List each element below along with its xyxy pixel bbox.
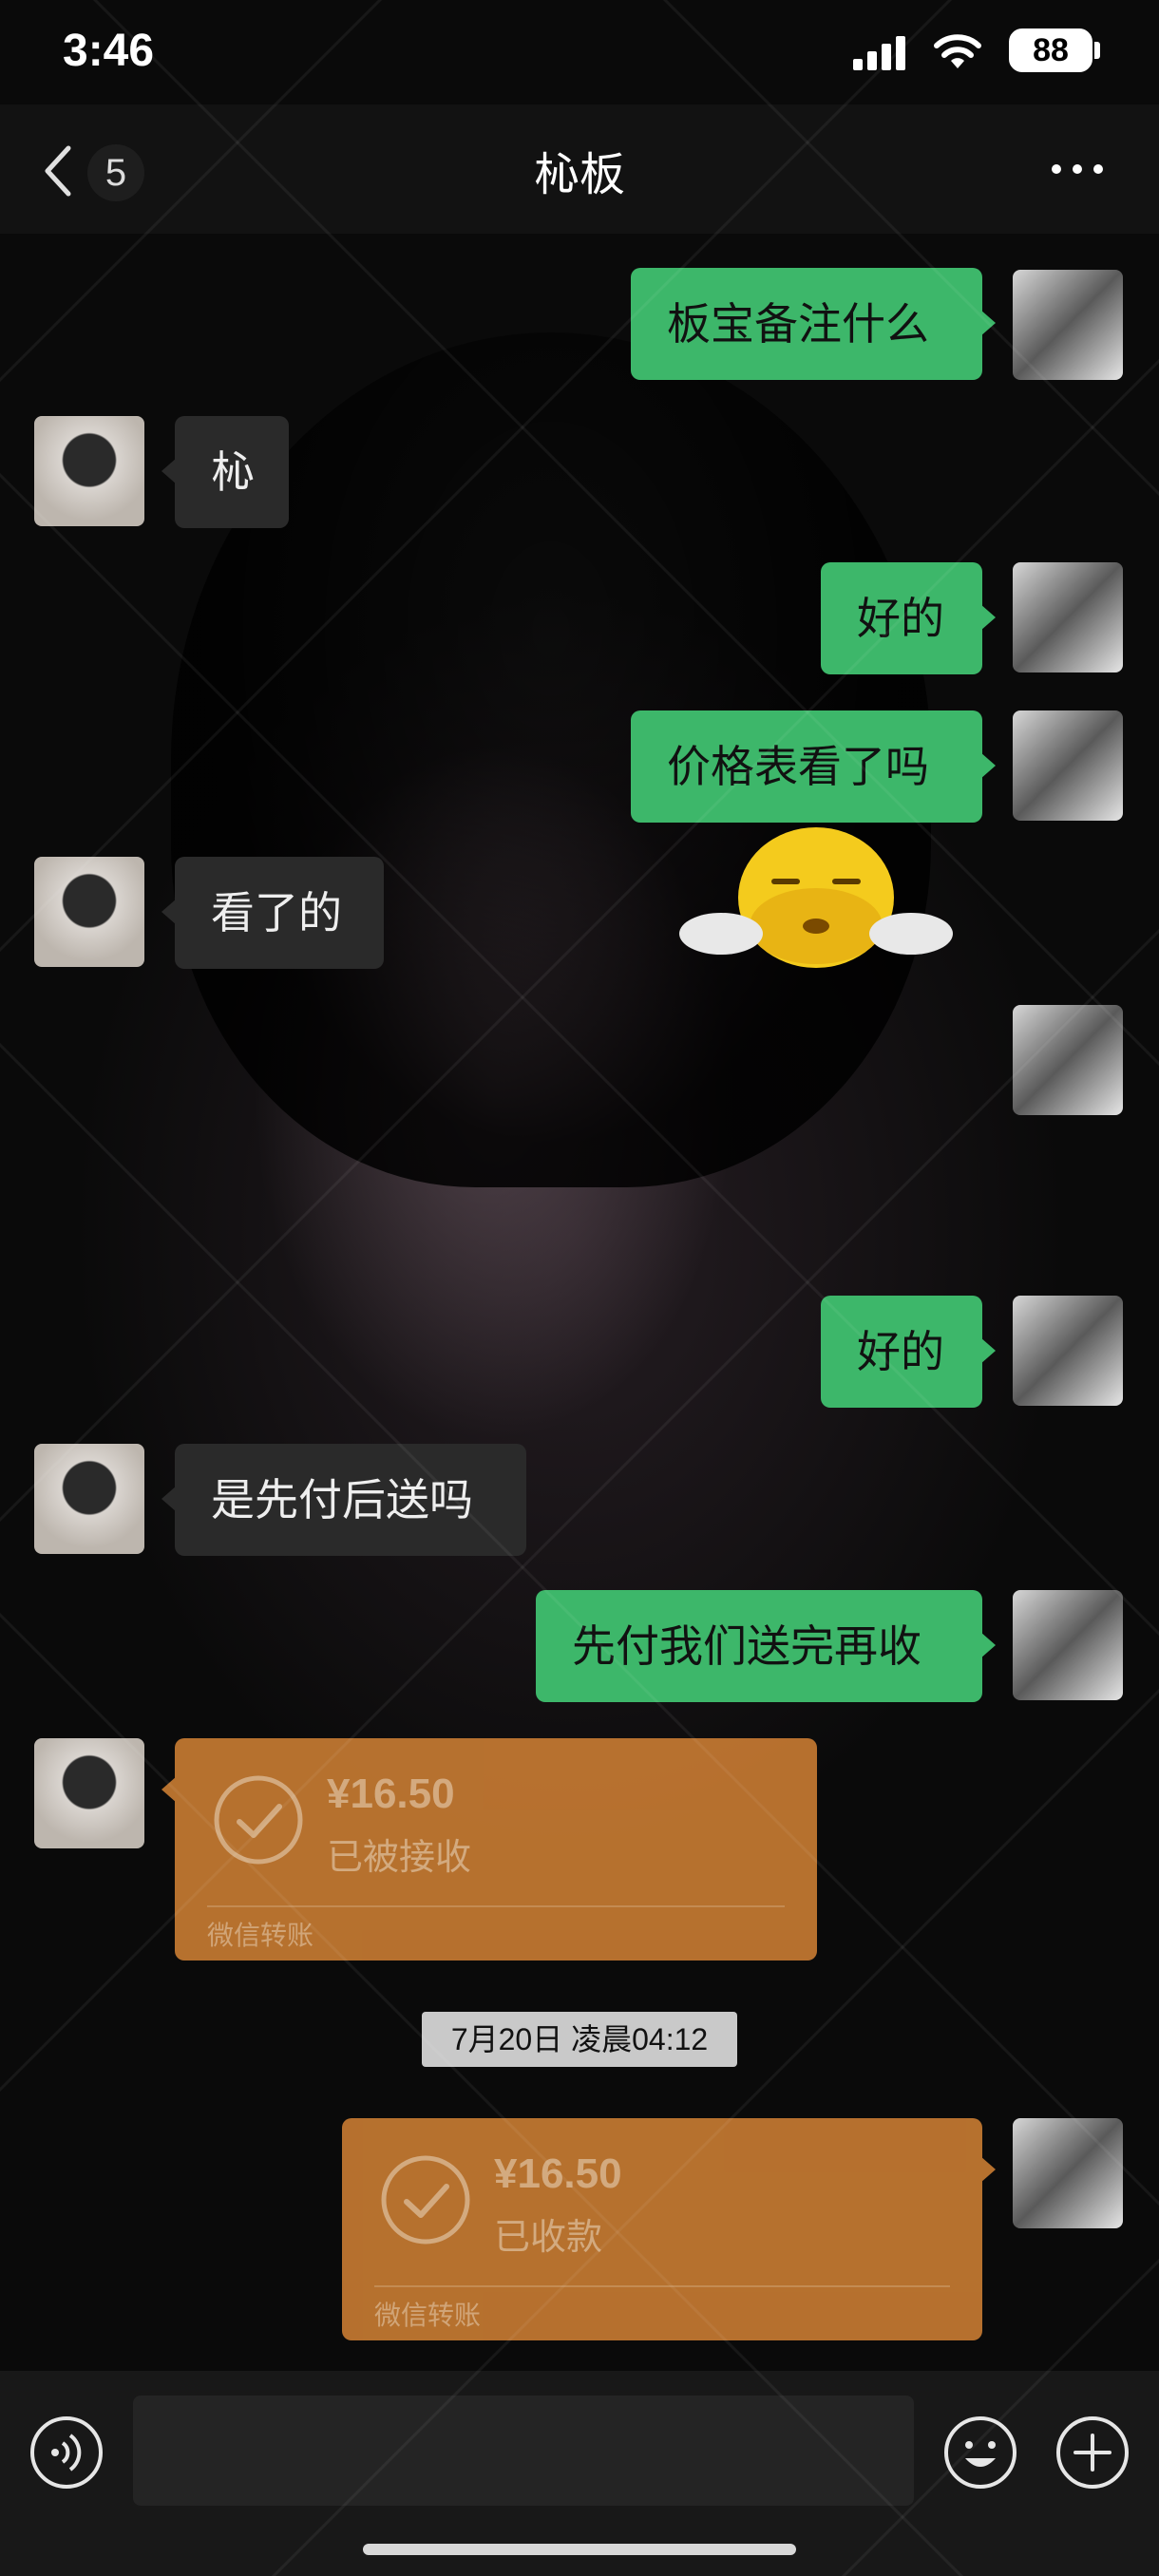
message-bubble-incoming[interactable]: 杺: [162, 416, 289, 528]
wifi-icon: [934, 34, 981, 68]
transfer-divider: [374, 2285, 950, 2287]
input-bar: [0, 2371, 1159, 2576]
battery-nub: [1094, 42, 1100, 59]
message-bubble-outgoing[interactable]: 板宝备注什么: [631, 268, 996, 380]
my-avatar[interactable]: [1013, 1296, 1123, 1406]
my-avatar[interactable]: [1013, 562, 1123, 672]
message-bubble-outgoing[interactable]: 价格表看了吗: [631, 710, 996, 823]
transfer-amount: ¥16.50: [327, 1771, 455, 1817]
voice-icon[interactable]: [28, 2415, 104, 2491]
chat-title: 杺板: [533, 150, 625, 200]
transfer-brand-label: 微信转账: [207, 1921, 314, 1950]
chat-screen: 3:46 88 5 杺板 板宝备注什么 杺 好的 价格表看了吗 看了的 好的 是…: [0, 0, 1159, 2576]
transfer-divider: [207, 1905, 785, 1907]
message-bubble-incoming[interactable]: 看了的: [162, 857, 384, 969]
my-avatar[interactable]: [1013, 1590, 1123, 1700]
message-bubble-outgoing[interactable]: 先付我们送完再收: [536, 1590, 996, 1702]
transfer-card[interactable]: ¥16.50 已被接收 微信转账: [162, 1738, 817, 1960]
emoji-icon[interactable]: [942, 2415, 1018, 2491]
message-bubble-outgoing[interactable]: 好的: [821, 1296, 996, 1408]
contact-avatar[interactable]: [34, 1444, 144, 1554]
my-avatar[interactable]: [1013, 1005, 1123, 1115]
transfer-card[interactable]: ¥16.50 已收款 微信转账: [342, 2118, 996, 2340]
message-timestamp: 7月20日 凌晨04:12: [422, 2012, 737, 2067]
message-bubble-outgoing[interactable]: 好的: [821, 562, 996, 674]
transfer-brand-label: 微信转账: [374, 2301, 482, 2330]
more-dots-icon[interactable]: [1049, 160, 1106, 179]
message-input[interactable]: [133, 2396, 914, 2506]
my-avatar[interactable]: [1013, 2118, 1123, 2228]
transfer-status: 已收款: [494, 2218, 603, 2258]
message-list[interactable]: 板宝备注什么 杺 好的 价格表看了吗 看了的 好的 是先付后送吗 先付我们送完再…: [0, 234, 1159, 2371]
plus-icon[interactable]: [1054, 2415, 1130, 2491]
status-time: 3:46: [63, 26, 155, 76]
check-circle-icon: [381, 2155, 470, 2245]
cellular-signal-icon: [853, 36, 905, 70]
my-avatar[interactable]: [1013, 710, 1123, 821]
emoji-sticker-icon[interactable]: [678, 812, 954, 1002]
contact-avatar[interactable]: [34, 416, 144, 526]
my-avatar[interactable]: [1013, 270, 1123, 380]
contact-avatar[interactable]: [34, 857, 144, 967]
nav-bar: 5 杺板: [0, 104, 1159, 234]
transfer-status: 已被接收: [327, 1838, 472, 1878]
status-bar: 3:46 88: [0, 0, 1159, 104]
check-circle-icon: [214, 1775, 303, 1865]
message-bubble-incoming[interactable]: 是先付后送吗: [162, 1444, 526, 1556]
transfer-amount: ¥16.50: [494, 2150, 622, 2197]
contact-avatar[interactable]: [34, 1738, 144, 1848]
battery-indicator: 88: [1009, 28, 1092, 72]
home-indicator: [363, 2544, 796, 2555]
